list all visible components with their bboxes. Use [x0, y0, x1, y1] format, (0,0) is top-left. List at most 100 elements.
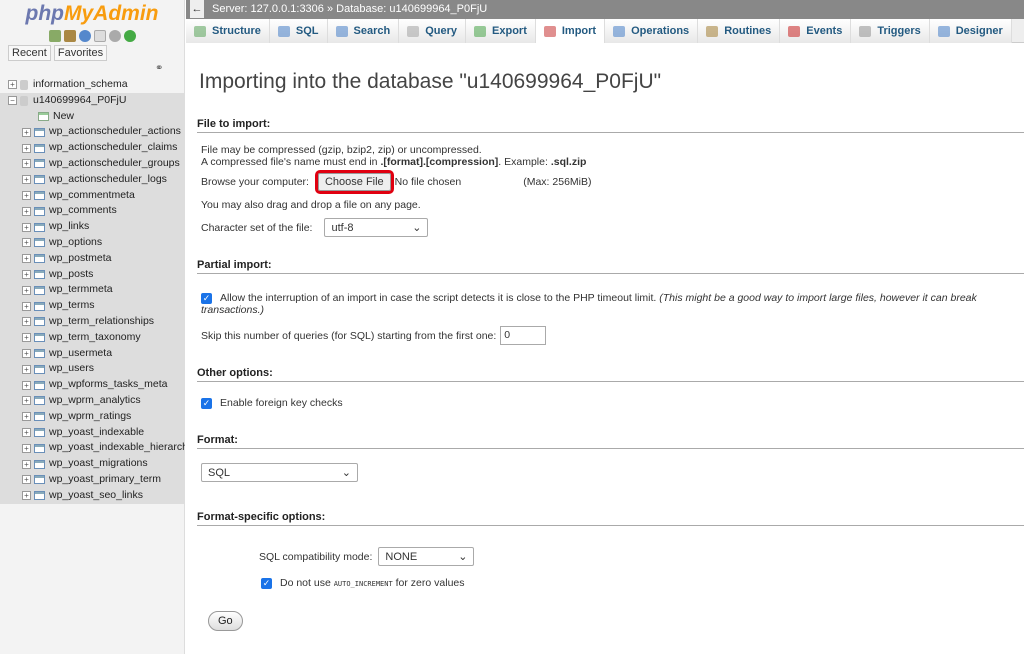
expand-icon[interactable]: + [22, 459, 31, 469]
expand-icon[interactable]: + [22, 269, 31, 279]
choose-file-button[interactable]: Choose File [314, 170, 394, 194]
expand-icon[interactable]: + [22, 285, 31, 295]
tab-designer[interactable]: Designer [929, 19, 1012, 43]
table-icon [34, 254, 45, 264]
expand-icon[interactable]: + [22, 443, 31, 453]
logout-icon[interactable] [63, 30, 76, 42]
table-item[interactable]: + wp_actionscheduler_groups [0, 155, 185, 172]
format-specific-header: Format-specific options: [197, 511, 1024, 526]
collapse-icon[interactable]: − [8, 96, 17, 106]
table-item[interactable]: + wp_wprm_analytics [0, 392, 185, 409]
table-item[interactable]: + wp_usermeta [0, 345, 185, 362]
recent-button[interactable]: Recent [8, 45, 51, 61]
collapse-sidebar-button[interactable]: ← [190, 0, 204, 18]
tab-triggers[interactable]: Triggers [851, 19, 930, 43]
go-button[interactable]: Go [208, 611, 243, 631]
table-icon [34, 206, 45, 216]
table-item[interactable]: + wp_yoast_indexable [0, 424, 185, 441]
table-item[interactable]: + wp_comments [0, 203, 185, 220]
table-item[interactable]: + wp_users [0, 361, 185, 378]
table-item[interactable]: + wp_yoast_seo_links [0, 487, 185, 504]
table-item[interactable]: + wp_postmeta [0, 250, 185, 267]
table-item[interactable]: + wp_actionscheduler_claims [0, 140, 185, 156]
table-icon [34, 190, 45, 200]
table-item[interactable]: + wp_term_relationships [0, 313, 185, 330]
designer-icon [937, 25, 950, 37]
charset-select[interactable]: utf-8 ⌄ [324, 218, 429, 237]
table-item[interactable]: + wp_yoast_indexable_hierarchy [0, 440, 185, 457]
expand-icon[interactable]: + [22, 238, 31, 248]
skip-queries-input[interactable]: 0 [500, 326, 547, 345]
expand-icon[interactable]: + [22, 475, 31, 485]
structure-icon [194, 25, 206, 37]
expand-icon[interactable]: + [22, 127, 31, 137]
table-icon [34, 396, 45, 406]
table-item[interactable]: + wp_links [0, 219, 185, 235]
expand-icon[interactable]: + [22, 190, 31, 200]
expand-icon[interactable]: + [22, 380, 31, 390]
sql-compat-select[interactable]: NONE ⌄ [378, 547, 475, 566]
expand-icon[interactable]: + [22, 254, 31, 264]
expand-icon[interactable]: + [8, 80, 17, 90]
expand-icon[interactable]: + [22, 427, 31, 437]
expand-icon[interactable]: + [22, 159, 31, 169]
tab-structure[interactable]: Structure [186, 19, 270, 43]
table-item[interactable]: + wp_actionscheduler_logs [0, 171, 185, 188]
expand-icon[interactable]: + [22, 396, 31, 406]
tab-sql[interactable]: SQL [269, 19, 328, 43]
tab-search[interactable]: Search [327, 19, 400, 43]
table-icon [34, 427, 45, 437]
table-item[interactable]: + wp_wprm_ratings [0, 408, 185, 425]
expand-icon[interactable]: + [22, 412, 31, 422]
reload-icon[interactable] [123, 30, 136, 42]
expand-icon[interactable]: + [22, 333, 31, 343]
tab-export[interactable]: Export [466, 19, 536, 43]
expand-icon[interactable]: + [22, 175, 31, 185]
allow-interrupt-checkbox[interactable]: ✓ [201, 292, 212, 304]
expand-icon[interactable]: + [22, 143, 31, 153]
table-item[interactable]: + wp_yoast_migrations [0, 456, 185, 472]
database-link[interactable]: Database: u140699964_P0FjU [336, 3, 487, 15]
help-icon[interactable] [78, 30, 91, 42]
foreign-key-checkbox[interactable]: ✓ [201, 397, 212, 409]
table-item[interactable]: + wp_term_taxonomy [0, 329, 185, 346]
table-icon [34, 443, 45, 453]
link-icon[interactable]: ⚭ [155, 63, 163, 74]
tab-operations[interactable]: Operations [605, 19, 699, 43]
table-item[interactable]: + wp_wpforms_tasks_meta [0, 377, 185, 393]
routines-icon [706, 25, 719, 37]
page-title: Importing into the database "u140699964_… [199, 70, 662, 93]
format-select[interactable]: SQL ⌄ [201, 463, 358, 482]
table-item[interactable]: + wp_yoast_primary_term [0, 471, 185, 488]
db-item-information-schema[interactable]: + information_schema [0, 77, 185, 93]
table-item[interactable]: + wp_options [0, 234, 185, 251]
expand-icon[interactable]: + [22, 301, 31, 311]
expand-icon[interactable]: + [22, 317, 31, 327]
docs-icon[interactable] [93, 30, 106, 42]
home-icon[interactable] [48, 30, 61, 42]
tab-routines[interactable]: Routines [698, 19, 781, 43]
table-item[interactable]: + wp_termmeta [0, 282, 185, 299]
database-icon [20, 79, 28, 90]
server-link[interactable]: Server: 127.0.0.1:3306 [212, 3, 324, 15]
expand-icon[interactable]: + [22, 491, 31, 501]
favorites-button[interactable]: Favorites [53, 45, 108, 61]
expand-icon[interactable]: + [22, 222, 31, 232]
triggers-icon [859, 25, 872, 37]
table-item[interactable]: + wp_commentmeta [0, 187, 185, 204]
table-item[interactable]: + wp_actionscheduler_actions [0, 124, 185, 141]
tab-query[interactable]: Query [399, 19, 467, 43]
new-table-item[interactable]: New [0, 108, 185, 125]
expand-icon[interactable]: + [22, 348, 31, 358]
table-icon [34, 159, 45, 169]
tab-events[interactable]: Events [780, 19, 852, 43]
table-item[interactable]: + wp_terms [0, 298, 185, 314]
gear-icon[interactable] [108, 30, 121, 42]
tab-import[interactable]: Import [535, 19, 606, 43]
expand-icon[interactable]: + [22, 206, 31, 216]
db-item-u140699964[interactable]: − u140699964_P0FjU [0, 92, 185, 109]
phpmyadmin-logo[interactable]: phpMyAdmin [0, 2, 184, 26]
expand-icon[interactable]: + [22, 364, 31, 374]
table-item[interactable]: + wp_posts [0, 266, 185, 283]
no-auto-increment-checkbox[interactable]: ✓ [261, 577, 272, 589]
